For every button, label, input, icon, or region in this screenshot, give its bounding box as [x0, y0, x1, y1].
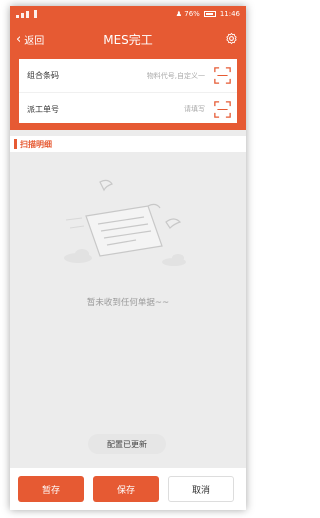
status-time: 11:46 — [219, 10, 240, 18]
page-title: MES完工 — [103, 33, 153, 47]
dispatch-label: 派工单号 — [27, 104, 59, 114]
cancel-button[interactable]: 取消 — [168, 476, 234, 502]
form-card: 组合条码 物料代号,自定义一 派工单号 请填写 — [18, 58, 238, 124]
save-draft-button[interactable]: 暂存 — [18, 476, 84, 502]
bottom-action-bar: 暂存 保存 取消 — [10, 468, 246, 510]
barcode-input[interactable]: 物料代号,自定义一 — [147, 71, 205, 81]
battery-icon — [203, 11, 216, 17]
dispatch-row: 派工单号 请填写 — [19, 92, 237, 125]
barcode-label: 组合条码 — [27, 71, 59, 80]
scan-icon[interactable] — [214, 101, 231, 118]
empty-message: 暂未收到任何单据~~ — [86, 298, 170, 308]
section-header: 扫描明细 — [10, 136, 246, 152]
section-title: 扫描明细 — [20, 139, 52, 149]
signal-icon — [16, 10, 37, 18]
phone-screen: ♟ 76% 11:46 ‹ 返回 MES完工 组合条码 物料代号,自定义一 派工… — [10, 6, 246, 510]
status-battery-text: ♟ 76% — [175, 10, 200, 18]
gear-icon[interactable] — [225, 32, 238, 45]
toast-message: 配置已更新 — [88, 434, 166, 454]
status-bar: ♟ 76% 11:46 — [10, 6, 246, 24]
section-accent-bar — [14, 139, 17, 149]
empty-state-illustration — [64, 179, 186, 266]
form-header: 组合条码 物料代号,自定义一 派工单号 请填写 — [10, 54, 246, 130]
barcode-row: 组合条码 物料代号,自定义一 — [19, 59, 237, 92]
scan-icon[interactable] — [214, 67, 231, 84]
save-button[interactable]: 保存 — [93, 476, 159, 502]
status-right: ♟ 76% 11:46 — [176, 10, 240, 18]
dispatch-input[interactable]: 请填写 — [184, 104, 205, 114]
nav-bar: ‹ 返回 MES完工 — [10, 24, 246, 54]
